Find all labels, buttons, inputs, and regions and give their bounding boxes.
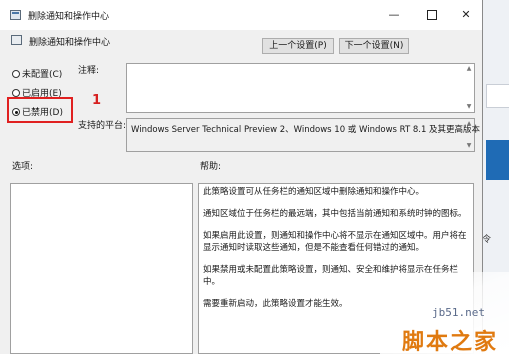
watermark-site: jb51.net	[432, 306, 485, 319]
options-label: 选项:	[12, 162, 34, 172]
radio-indicator	[12, 89, 20, 97]
highlight-box	[7, 97, 73, 123]
scroll-down-icon[interactable]: ▼	[464, 141, 474, 151]
setting-title: 删除通知和操作中心	[29, 38, 111, 48]
radio-label: 未配置(C)	[22, 70, 63, 80]
radio-indicator	[12, 70, 20, 78]
scroll-up-icon[interactable]: ▲	[464, 64, 474, 74]
comment-scrollbar[interactable]: ▲ ▼	[464, 64, 474, 112]
help-label: 帮助:	[200, 162, 222, 172]
setting-icon	[11, 35, 22, 45]
options-pane	[10, 183, 193, 354]
next-setting-button[interactable]: 下一个设置(N)	[339, 38, 409, 54]
background-panel	[486, 84, 509, 108]
minimize-button[interactable]: —	[378, 0, 410, 30]
supported-platforms-field: Windows Server Technical Preview 2、Windo…	[126, 118, 480, 152]
title-bar: 删除通知和操作中心 — ✕	[0, 0, 482, 30]
supported-platforms-label: 支持的平台:	[78, 121, 127, 131]
maximize-icon	[427, 10, 437, 20]
policy-app-icon	[10, 10, 21, 20]
platform-scrollbar[interactable]: ▲ ▼	[464, 119, 474, 151]
scroll-down-icon[interactable]: ▼	[464, 102, 474, 112]
help-paragraph: 如果启用此设置，则通知和操作中心将不显示在通知区域中。用户将在显示通知时读取这些…	[203, 231, 467, 253]
radio-not-configured[interactable]: 未配置(C)	[12, 67, 62, 80]
scroll-up-icon[interactable]: ▲	[464, 119, 474, 129]
help-paragraph: 此策略设置可从任务栏的通知区域中删除通知和操作中心。	[203, 187, 425, 197]
watermark-brand: 脚本之家	[402, 330, 499, 355]
window-title: 删除通知和操作中心	[28, 12, 110, 22]
comment-textarea[interactable]: ▲ ▼	[126, 63, 475, 113]
step-number: 1	[92, 93, 102, 108]
help-paragraph: 通知区域位于任务栏的最远端，其中包括当前通知和系统时钟的图标。	[203, 209, 467, 219]
previous-setting-button[interactable]: 上一个设置(P)	[262, 38, 334, 54]
background-text: 令	[482, 235, 492, 245]
maximize-button[interactable]	[416, 0, 448, 30]
close-button[interactable]: ✕	[450, 0, 482, 30]
background-accent	[486, 140, 509, 180]
supported-platforms-value: Windows Server Technical Preview 2、Windo…	[131, 125, 481, 135]
comment-label: 注释:	[78, 66, 100, 76]
